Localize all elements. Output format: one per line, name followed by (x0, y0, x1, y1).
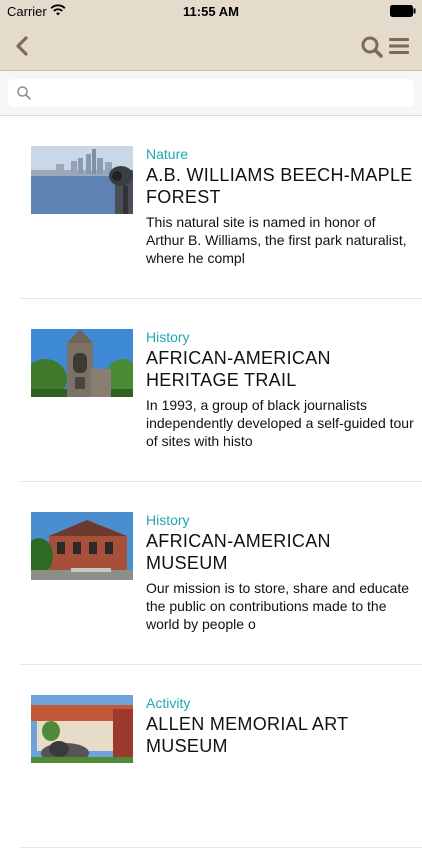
item-description: In 1993, a group of black journalists in… (146, 397, 414, 449)
item-category: History (146, 512, 190, 528)
item-category: History (146, 329, 190, 345)
item-thumbnail (31, 146, 133, 214)
item-description: Our mission is to store, share and educa… (146, 580, 410, 632)
search-field[interactable] (8, 79, 414, 107)
battery-icon (390, 5, 416, 17)
item-thumbnail (31, 512, 133, 580)
search-input[interactable] (38, 83, 412, 105)
list-item[interactable]: Activity ALLEN MEMORIAL ART MUSEUM (20, 665, 422, 848)
item-title: AFRICAN-AMERICAN MUSEUM (146, 531, 331, 573)
item-title: A.B. WILLIAMS BEECH-MAPLE FOREST (146, 165, 413, 207)
status-time: 11:55 AM (183, 4, 239, 19)
item-description: This natural site is named in honor of A… (146, 214, 407, 266)
item-text: Nature A.B. WILLIAMS BEECH-MAPLE FOREST … (146, 146, 416, 267)
search-bar (0, 71, 422, 116)
nav-bar (0, 22, 422, 71)
status-bar: Carrier 11:55 AM (0, 0, 422, 22)
item-text: History AFRICAN-AMERICAN HERITAGE TRAIL … (146, 329, 416, 450)
item-thumbnail (31, 695, 133, 763)
back-chevron-icon[interactable] (10, 32, 36, 60)
item-category: Nature (146, 146, 189, 162)
item-text: History AFRICAN-AMERICAN MUSEUM Our miss… (146, 512, 416, 633)
search-icon[interactable] (360, 35, 384, 59)
item-title: AFRICAN-AMERICAN HERITAGE TRAIL (146, 348, 331, 390)
search-field-icon (16, 85, 32, 101)
item-category: Activity (146, 695, 191, 711)
attractions-list: Nature A.B. WILLIAMS BEECH-MAPLE FOREST … (0, 116, 422, 848)
item-text: Activity ALLEN MEMORIAL ART MUSEUM (146, 695, 416, 762)
list-item[interactable]: History AFRICAN-AMERICAN MUSEUM Our miss… (20, 482, 422, 665)
item-title: ALLEN MEMORIAL ART MUSEUM (146, 714, 349, 756)
item-thumbnail (31, 329, 133, 397)
list-item[interactable]: History AFRICAN-AMERICAN HERITAGE TRAIL … (20, 299, 422, 482)
list-item[interactable]: Nature A.B. WILLIAMS BEECH-MAPLE FOREST … (20, 116, 422, 299)
menu-icon[interactable] (388, 36, 410, 56)
